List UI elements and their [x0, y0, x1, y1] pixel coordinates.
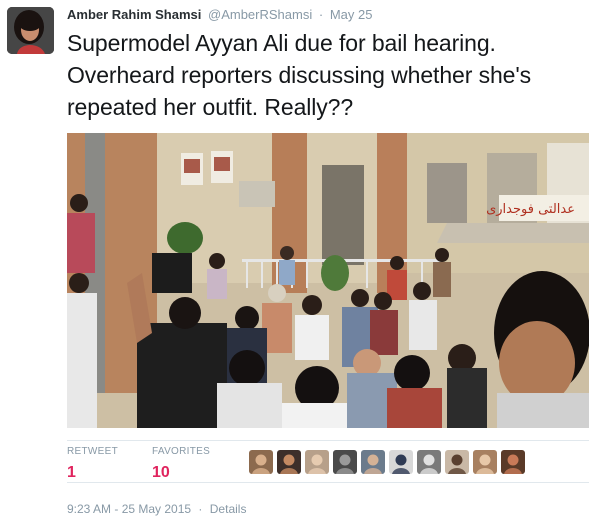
favoriter-avatar-4[interactable] [333, 450, 357, 474]
tweet-photo[interactable]: عدالتی فوجداری [67, 133, 589, 428]
favorites-stat[interactable]: FAVORITES 10 [152, 446, 210, 482]
favoriter-avatar-7[interactable] [417, 450, 441, 474]
footer-separator: · [198, 502, 203, 516]
favoriter-avatar-6[interactable] [389, 450, 413, 474]
favoriter-avatars [249, 450, 525, 474]
tweet-stats-bar: RETWEET 1 FAVORITES 10 [67, 440, 589, 483]
details-link[interactable]: Details [210, 502, 247, 516]
tweet-text: Supermodel Ayyan Ali due for bail hearin… [67, 30, 532, 120]
header-separator: · [318, 7, 324, 22]
retweets-count: 1 [67, 464, 76, 481]
tweet-timestamp[interactable]: 9:23 AM - 25 May 2015 [67, 502, 191, 516]
crowd-photo-image: عدالتی فوجداری [67, 133, 589, 428]
author-name[interactable]: Amber Rahim Shamsi [67, 7, 201, 22]
favorites-count: 10 [152, 464, 170, 481]
author-handle[interactable]: @AmberRShamsi [208, 7, 312, 22]
favoriter-avatar-3[interactable] [305, 450, 329, 474]
tweet-footer: 9:23 AM - 25 May 2015 · Details [67, 502, 246, 516]
retweets-stat[interactable]: RETWEET 1 [67, 446, 118, 482]
favoriter-avatar-5[interactable] [361, 450, 385, 474]
tweet-header: Amber Rahim Shamsi @AmberRShamsi · May 2… [67, 7, 372, 25]
retweets-label: RETWEET [67, 446, 118, 457]
author-avatar-image [7, 7, 54, 54]
favoriter-avatar-9[interactable] [473, 450, 497, 474]
favoriter-avatar-1[interactable] [249, 450, 273, 474]
tweet-date[interactable]: May 25 [330, 7, 373, 22]
favoriter-avatar-2[interactable] [277, 450, 301, 474]
author-avatar[interactable] [7, 7, 54, 54]
urdu-signboard-text: عدالتی فوجداری [486, 202, 575, 217]
favoriter-avatar-10[interactable] [501, 450, 525, 474]
favoriter-avatar-8[interactable] [445, 450, 469, 474]
favorites-label: FAVORITES [152, 446, 211, 457]
